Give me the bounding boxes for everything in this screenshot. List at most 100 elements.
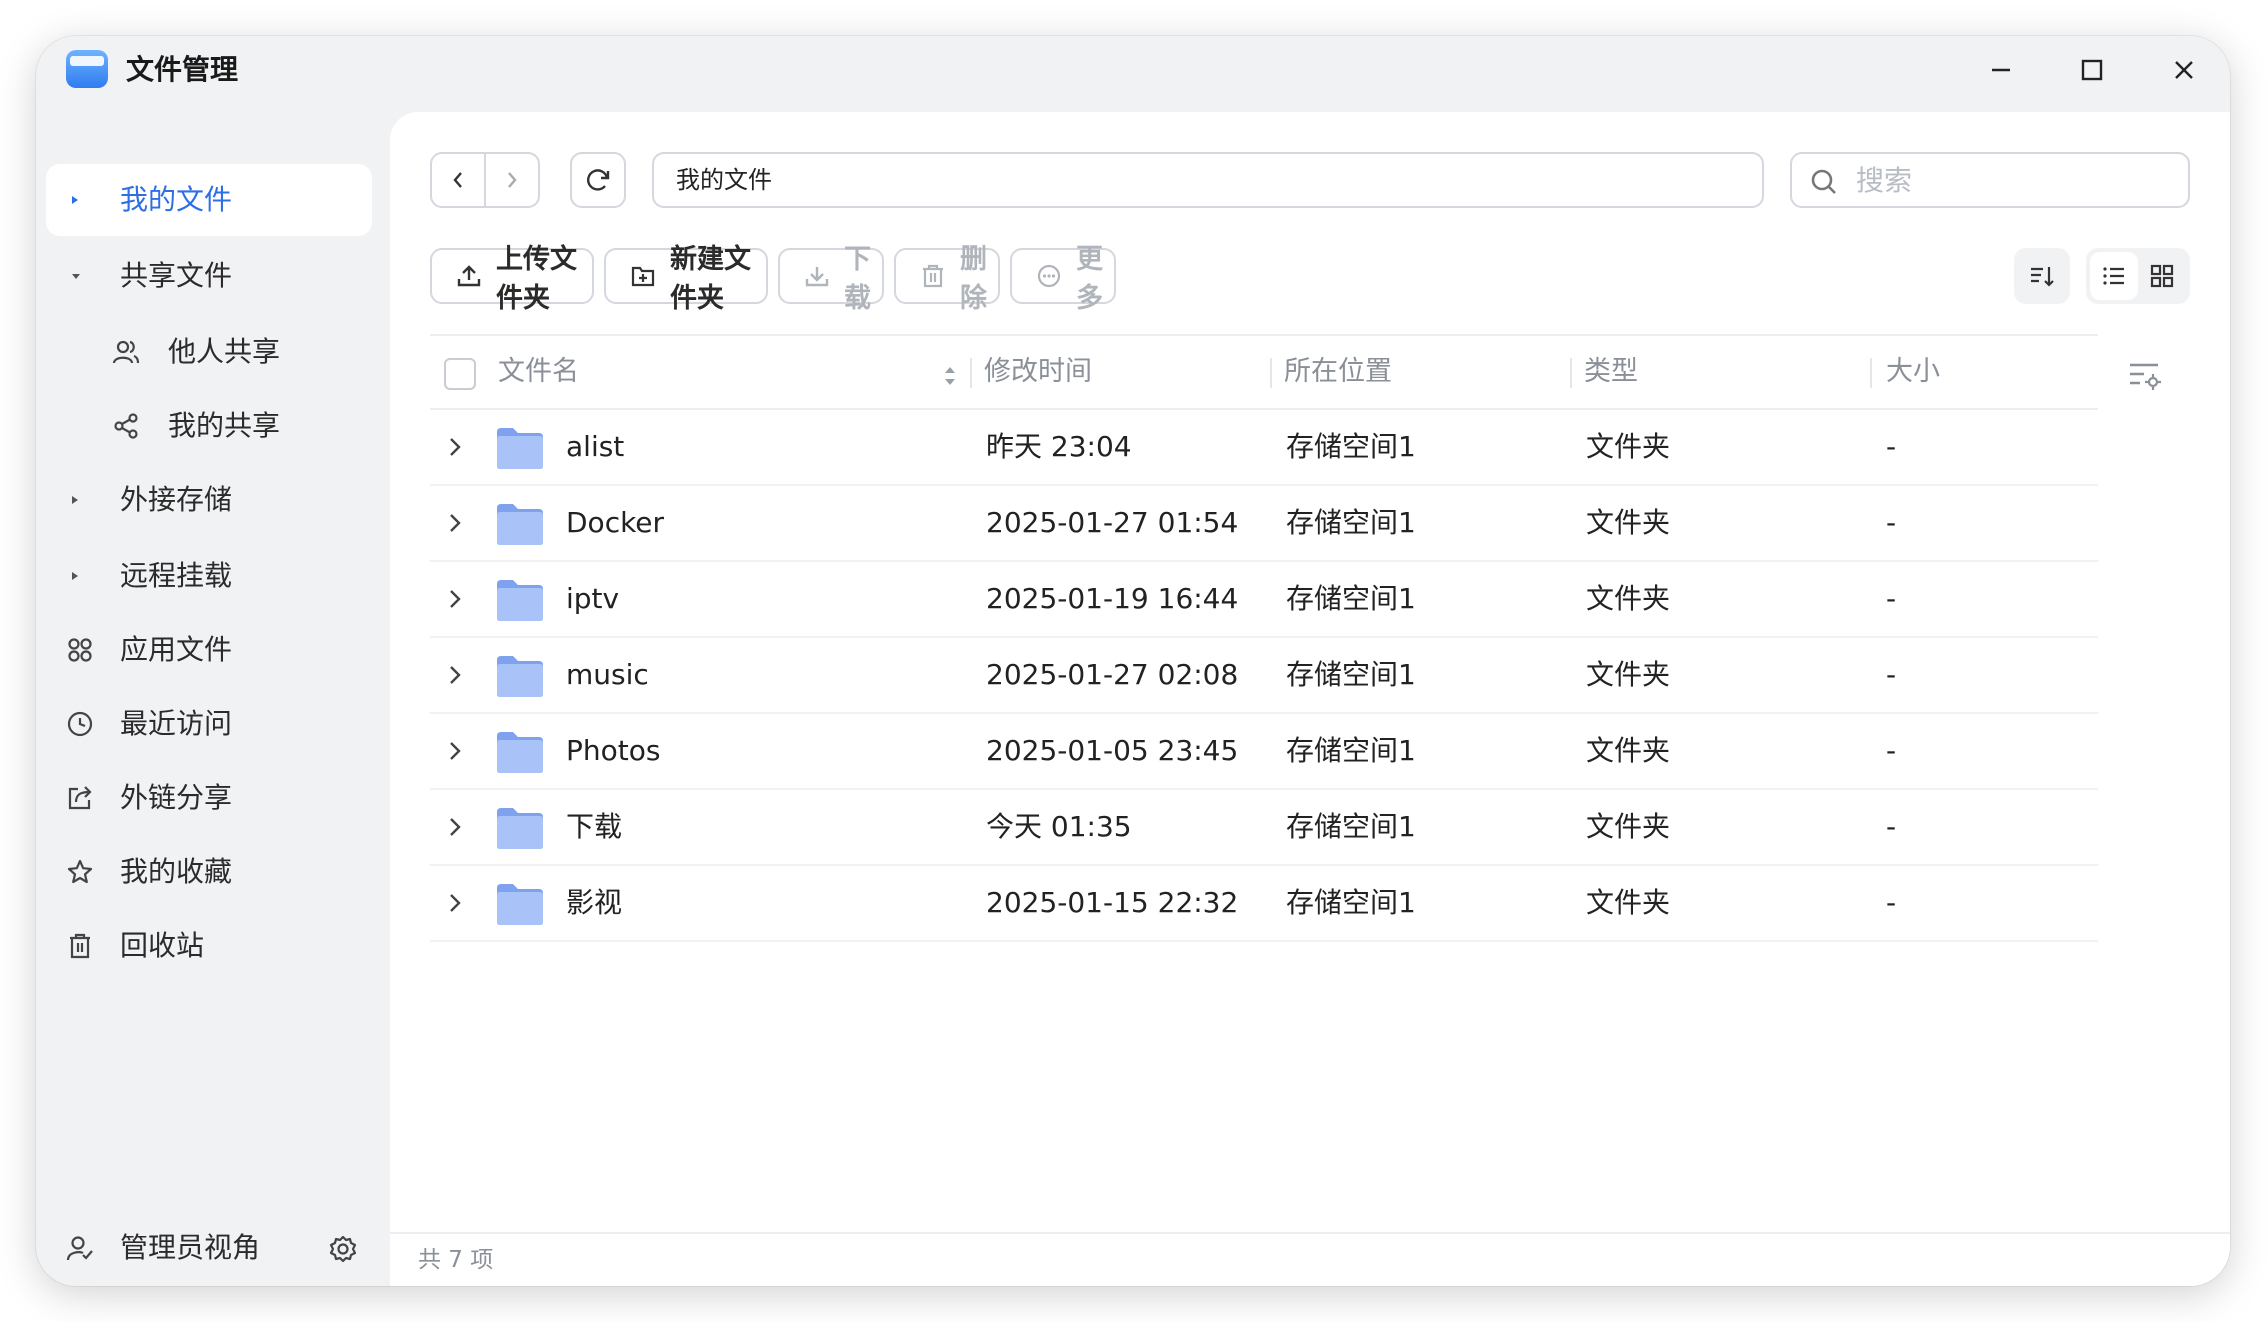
sidebar-item-recycle-bin[interactable]: 回收站 [46,910,372,982]
sidebar-item-label: 我的收藏 [120,855,233,888]
location: 存储空间1 [1286,886,1416,919]
maximize-button[interactable] [2072,50,2112,90]
table-row[interactable]: 下载 今天 01:35 存储空间1 文件夹 - [430,790,2098,866]
close-button[interactable] [2164,50,2204,90]
column-divider [1270,358,1272,388]
location: 存储空间1 [1286,810,1416,843]
expand-chevron-icon[interactable] [448,738,462,771]
external-link-icon [68,786,92,810]
column-header-size[interactable]: 大小 [1886,336,1940,408]
sidebar-item-favorites[interactable]: 我的收藏 [46,836,372,908]
sort-button[interactable] [2014,248,2070,304]
sidebar-item-label: 我的文件 [120,183,233,216]
upload-folder-button[interactable]: 上传文件夹 [430,244,594,314]
sidebar-item-label: 外接存储 [120,483,233,516]
file-type: 文件夹 [1586,582,1671,615]
folder-icon [494,500,546,548]
folder-icon [494,804,546,852]
sidebar-item-label: 我的共享 [168,409,281,442]
sidebar-item-label: 应用文件 [120,633,233,666]
history-nav [430,152,540,208]
forward-button[interactable] [486,154,538,206]
caret-right-icon [70,164,80,236]
file-name[interactable]: Photos [566,714,660,788]
table-row[interactable]: Docker 2025-01-27 01:54 存储空间1 文件夹 - [430,486,2098,562]
settings-gear-icon[interactable] [328,1234,358,1264]
expand-chevron-icon[interactable] [448,814,462,847]
column-header-name[interactable]: 文件名 [498,336,579,408]
sidebar-item-remote-mount[interactable]: 远程挂载 [46,540,372,612]
sidebar-item-app-files[interactable]: 应用文件 [46,614,372,686]
main-panel: 我的文件 上传文件夹 新建文件夹 下载 删除 更多 [390,112,2230,1286]
path-bar[interactable]: 我的文件 [652,152,1764,208]
file-name[interactable]: 影视 [566,866,622,940]
new-folder-button[interactable]: 新建文件夹 [604,244,768,314]
close-icon [2175,61,2193,79]
back-button[interactable] [432,154,486,206]
sidebar-item-label: 共享文件 [120,259,233,292]
table-row[interactable]: music 2025-01-27 02:08 存储空间1 文件夹 - [430,638,2098,714]
trash-icon [70,933,90,959]
table-row[interactable]: 影视 2025-01-15 22:32 存储空间1 文件夹 - [430,866,2098,942]
sidebar-item-label: 外链分享 [120,781,233,814]
modified-time: 2025-01-19 16:44 [986,582,1239,615]
file-name[interactable]: music [566,638,649,712]
sidebar-item-external-storage[interactable]: 外接存储 [46,464,372,536]
file-manager-window: 文件管理 我的文件 共享文件 他人共享 我的共享 外接存储 远程挂载 应用文件 … [36,36,2230,1286]
file-name[interactable]: alist [566,410,624,484]
table-row[interactable]: iptv 2025-01-19 16:44 存储空间1 文件夹 - [430,562,2098,638]
list-view-button[interactable] [2090,252,2138,300]
maximize-icon [2081,59,2103,81]
grid-view-button[interactable] [2138,252,2186,300]
column-header-location[interactable]: 所在位置 [1284,336,1392,408]
table-row[interactable]: alist 昨天 23:04 存储空间1 文件夹 - [430,410,2098,486]
sort-arrows-icon[interactable] [942,362,958,390]
expand-chevron-icon[interactable] [448,510,462,543]
grid-view-icon [2150,264,2174,288]
table-row[interactable]: Photos 2025-01-05 23:45 存储空间1 文件夹 - [430,714,2098,790]
sidebar-item-my-files[interactable]: 我的文件 [46,164,372,236]
file-type: 文件夹 [1586,886,1671,919]
folder-icon [494,880,546,928]
more-button[interactable]: 更多 [1010,244,1116,314]
location: 存储空间1 [1286,430,1416,463]
admin-user-icon [66,1236,93,1261]
file-type: 文件夹 [1586,430,1671,463]
sidebar-item-my-shares[interactable]: 我的共享 [46,390,372,462]
app-title: 文件管理 [126,53,239,86]
expand-chevron-icon[interactable] [448,586,462,619]
share-icon [114,413,138,439]
status-bar: 共 7 项 [390,1232,2230,1286]
column-header-modified[interactable]: 修改时间 [984,336,1092,408]
download-button[interactable]: 下载 [778,244,884,314]
admin-view-button[interactable]: 管理员视角 [46,1212,372,1284]
file-type: 文件夹 [1586,734,1671,767]
select-all-checkbox[interactable] [444,358,476,390]
file-size: - [1886,582,1897,615]
sidebar-item-shared-with-me[interactable]: 他人共享 [46,316,372,388]
location: 存储空间1 [1286,506,1416,539]
expand-chevron-icon[interactable] [448,662,462,695]
refresh-icon [587,169,610,191]
location: 存储空间1 [1286,734,1416,767]
delete-button[interactable]: 删除 [894,244,1000,314]
refresh-button[interactable] [570,152,626,208]
file-name[interactable]: 下载 [566,790,622,864]
file-size: - [1886,506,1897,539]
chevron-left-icon [453,172,462,188]
sidebar-item-recent[interactable]: 最近访问 [46,688,372,760]
column-header-type[interactable]: 类型 [1584,336,1638,408]
sidebar: 我的文件 共享文件 他人共享 我的共享 外接存储 远程挂载 应用文件 最近访问 [36,112,390,1286]
file-name[interactable]: iptv [566,562,619,636]
column-divider [1570,358,1572,388]
column-settings-icon[interactable] [2128,360,2164,392]
file-size: - [1886,734,1897,767]
file-name[interactable]: Docker [566,486,664,560]
sidebar-item-external-links[interactable]: 外链分享 [46,762,372,834]
search-box[interactable] [1790,152,2190,208]
expand-chevron-icon[interactable] [448,434,462,467]
sidebar-item-shared-files[interactable]: 共享文件 [46,240,372,312]
expand-chevron-icon[interactable] [448,890,462,923]
search-input[interactable] [1856,162,2176,198]
minimize-button[interactable] [1981,50,2021,90]
